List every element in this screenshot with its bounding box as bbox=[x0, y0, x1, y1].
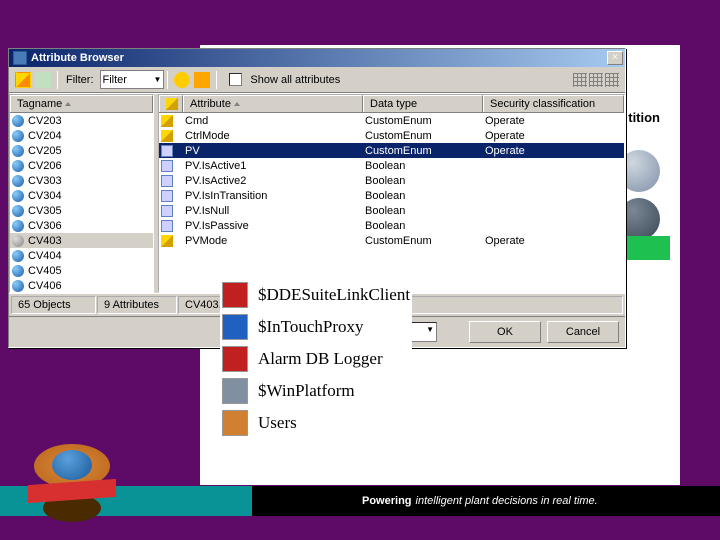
filter-label: Filter: bbox=[66, 74, 94, 86]
ok-button[interactable]: OK bbox=[469, 321, 541, 343]
object-icon bbox=[222, 346, 248, 372]
object-list-item[interactable]: $DDESuiteLinkClient bbox=[222, 280, 410, 310]
object-list: $DDESuiteLinkClient$InTouchProxyAlarm DB… bbox=[220, 278, 412, 440]
object-list-item[interactable]: $WinPlatform bbox=[222, 376, 410, 406]
titlebar: Attribute Browser × bbox=[9, 49, 625, 67]
tag-icon bbox=[12, 115, 24, 127]
attribute-row[interactable]: PVModeCustomEnumOperate bbox=[159, 233, 624, 248]
datatype-column-header[interactable]: Data type bbox=[363, 95, 483, 112]
attribute-icon bbox=[161, 175, 173, 187]
check-icon[interactable] bbox=[194, 72, 210, 88]
tag-icon bbox=[12, 265, 24, 277]
footer-tagline: Poweringintelligent plant decisions in r… bbox=[252, 486, 720, 516]
tag-icon bbox=[12, 190, 24, 202]
tagname-row[interactable]: CV406 bbox=[10, 278, 153, 292]
status-attributes: 9 Attributes bbox=[97, 296, 177, 314]
tagname-column-header[interactable]: Tagname bbox=[10, 95, 153, 112]
refresh-icon[interactable] bbox=[35, 72, 51, 88]
object-icon bbox=[222, 282, 248, 308]
tag-icon bbox=[12, 130, 24, 142]
chevron-down-icon[interactable]: ▼ bbox=[154, 75, 162, 84]
attribute-row[interactable]: PV.IsActive1Boolean bbox=[159, 158, 624, 173]
attribute-row[interactable]: PV.IsNullBoolean bbox=[159, 203, 624, 218]
tagname-pane: Tagname CV203CV204CV205CV206CV303CV304CV… bbox=[9, 94, 154, 293]
window-icon bbox=[13, 51, 27, 65]
attribute-row[interactable]: PV.IsInTransitionBoolean bbox=[159, 188, 624, 203]
tag-icon bbox=[12, 235, 24, 247]
attribute-icon bbox=[161, 130, 173, 142]
attribute-row[interactable]: PVCustomEnumOperate bbox=[159, 143, 624, 158]
tag-icon bbox=[12, 220, 24, 232]
tag-icon bbox=[12, 145, 24, 157]
attribute-pane: Attribute Data type Security classificat… bbox=[158, 94, 625, 293]
tag-icon bbox=[12, 280, 24, 292]
tag-icon bbox=[12, 160, 24, 172]
show-all-checkbox[interactable] bbox=[229, 73, 242, 86]
object-list-item[interactable]: $InTouchProxy bbox=[222, 312, 410, 342]
view-grid-icon[interactable] bbox=[573, 73, 587, 87]
partial-text: tition bbox=[628, 110, 660, 125]
attribute-row[interactable]: CmdCustomEnumOperate bbox=[159, 113, 624, 128]
icon-column-header[interactable] bbox=[159, 95, 183, 112]
attribute-icon bbox=[161, 190, 173, 202]
tag-icon[interactable] bbox=[15, 72, 31, 88]
chevron-down-icon[interactable]: ▼ bbox=[426, 325, 434, 334]
view-list-icon[interactable] bbox=[589, 73, 603, 87]
toolbar: Filter: ▼ Show all attributes bbox=[9, 67, 625, 93]
tagname-row[interactable]: CV205 bbox=[10, 143, 153, 158]
attribute-icon bbox=[161, 145, 173, 157]
sort-asc-icon bbox=[65, 102, 71, 106]
window-title: Attribute Browser bbox=[31, 52, 607, 64]
wonderworld-badge bbox=[28, 444, 116, 522]
attribute-icon bbox=[161, 160, 173, 172]
close-button[interactable]: × bbox=[607, 51, 623, 65]
tag-icon bbox=[12, 250, 24, 262]
object-icon bbox=[222, 410, 248, 436]
attribute-row[interactable]: PV.IsActive2Boolean bbox=[159, 173, 624, 188]
object-icon bbox=[222, 378, 248, 404]
tagname-row[interactable]: CV305 bbox=[10, 203, 153, 218]
attribute-icon bbox=[161, 220, 173, 232]
sort-asc-icon bbox=[234, 102, 240, 106]
tagname-row[interactable]: CV203 bbox=[10, 113, 153, 128]
tag-icon bbox=[12, 175, 24, 187]
attribute-icon bbox=[161, 235, 173, 247]
tagname-row[interactable]: CV204 bbox=[10, 128, 153, 143]
view-details-icon[interactable] bbox=[605, 73, 619, 87]
attribute-column-header[interactable]: Attribute bbox=[183, 95, 363, 112]
attribute-row[interactable]: CtrlModeCustomEnumOperate bbox=[159, 128, 624, 143]
tagname-row[interactable]: CV405 bbox=[10, 263, 153, 278]
attribute-icon bbox=[161, 115, 173, 127]
object-icon bbox=[222, 314, 248, 340]
show-all-label: Show all attributes bbox=[250, 74, 340, 86]
tagname-row[interactable]: CV403 bbox=[10, 233, 153, 248]
object-list-item[interactable]: Users bbox=[222, 408, 410, 438]
tagname-row[interactable]: CV206 bbox=[10, 158, 153, 173]
tagname-row[interactable]: CV304 bbox=[10, 188, 153, 203]
filter-config-icon[interactable] bbox=[174, 72, 190, 88]
status-objects: 65 Objects bbox=[11, 296, 96, 314]
attribute-icon bbox=[161, 205, 173, 217]
tagname-row[interactable]: CV303 bbox=[10, 173, 153, 188]
security-column-header[interactable]: Security classification bbox=[483, 95, 624, 112]
attribute-row[interactable]: PV.IsPassiveBoolean bbox=[159, 218, 624, 233]
tagname-row[interactable]: CV306 bbox=[10, 218, 153, 233]
cancel-button[interactable]: Cancel bbox=[547, 321, 619, 343]
tagname-row[interactable]: CV404 bbox=[10, 248, 153, 263]
object-list-item[interactable]: Alarm DB Logger bbox=[222, 344, 410, 374]
tag-icon bbox=[12, 205, 24, 217]
